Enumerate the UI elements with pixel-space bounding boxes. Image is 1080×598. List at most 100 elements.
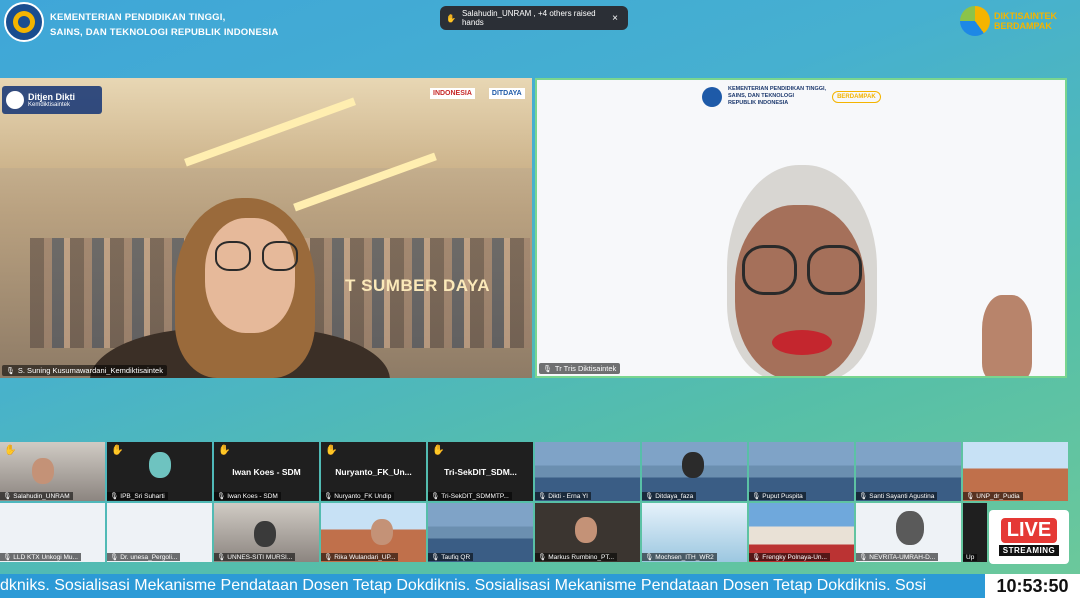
glasses-lens-left <box>215 241 251 271</box>
participant-name: Rika Wulandari_UP... <box>334 553 396 561</box>
gallery-tile[interactable]: ✋ 🎙 Salahudin_UNRAM <box>0 442 105 501</box>
gallery-tile[interactable]: 🎙 Markus Rumbino_PT... <box>535 503 640 562</box>
gallery-tile-label: Up <box>963 554 978 561</box>
gallery-tile-label: 🎙 NEVRITA-UMRAH-D... <box>856 553 939 561</box>
mic-icon: 🎙 <box>324 554 333 561</box>
gallery-tile[interactable]: 🎙 UNP_dr_Pudia <box>963 442 1068 501</box>
gallery-tile-label: 🎙 Frengky Polnaya-Un... <box>749 553 830 561</box>
participant-name: Dikti - Erna Yl <box>548 492 588 500</box>
vb-line-2: SAINS, DAN TEKNOLOGI <box>728 93 795 99</box>
mic-icon: 🎙 <box>217 554 226 561</box>
news-ticker: dkniks. Sosialisasi Mekanisme Pendataan … <box>0 574 985 598</box>
ditdaya-logo: DITDAYA <box>488 88 525 99</box>
mic-icon: 🎙 <box>431 493 440 500</box>
mic-icon: 🎙 <box>645 554 654 561</box>
gallery-tile-label: 🎙 Iwan Koes - SDM <box>214 492 281 500</box>
video-tile-speaker-right[interactable]: KEMENTERIAN PENDIDIKAN TINGGI, SAINS, DA… <box>535 78 1067 378</box>
gallery-tile[interactable]: 🎙 Ditdaya_faza <box>642 442 747 501</box>
gallery-tile[interactable]: 🎙 UNNES-SITI MURSI... <box>214 503 319 562</box>
participant-name: Ditdaya_faza <box>655 492 694 500</box>
gallery-tile[interactable]: 🎙 Mochsen_ITH_WR2 <box>642 503 747 562</box>
gallery-tile[interactable]: 🎙 Dikti - Erna Yl <box>535 442 640 501</box>
gallery-tile-label: 🎙 Mochsen_ITH_WR2 <box>642 553 717 561</box>
mic-icon: 🎙 <box>217 493 226 500</box>
participant-name: Markus Rumbino_PT... <box>548 553 615 561</box>
glasses-lens-right <box>807 245 862 295</box>
participant-face <box>254 521 276 547</box>
live-streaming-badge: LIVE STREAMING <box>989 510 1069 564</box>
ministry-line-1: KEMENTERIAN PENDIDIKAN TINGGI, <box>50 12 226 23</box>
participant-name: Tri-SekDIT_SDMMTP... <box>441 492 509 500</box>
participant-name: Up <box>966 554 975 561</box>
ditjen-dikti-badge: Ditjen Dikti Kemdiktisaintek <box>2 86 102 114</box>
participant-name: Nuryanto_FK Undip <box>334 492 392 500</box>
ditjen-logo-icon <box>6 91 24 109</box>
participant-name: Dr. unesa_Pergoli... <box>120 553 178 561</box>
glasses-lens-left <box>742 245 797 295</box>
diktisaintek-brand-logo: DIKTISAINTEK BERDAMPAK <box>960 4 1075 38</box>
mic-icon: 🎙 <box>110 493 119 500</box>
participant-title: Tri-SekDIT_SDM... <box>444 467 517 477</box>
ticker-text: dkniks. Sosialisasi Mekanisme Pendataan … <box>0 577 927 594</box>
vb-line-3: REPUBLIK INDONESIA <box>728 100 789 106</box>
raised-hand-icon: ✋ <box>4 445 17 456</box>
raised-hands-text: Salahudin_UNRAM , +4 others raised hands <box>461 9 596 27</box>
gallery-tile[interactable]: 🎙 Frengky Polnaya-Un... <box>749 503 854 562</box>
gallery-tile[interactable]: 🎙 NEVRITA-UMRAH-D... <box>856 503 961 562</box>
gallery-tile[interactable]: 🎙 Dr. unesa_Pergoli... <box>107 503 212 562</box>
video-tile-speaker-left[interactable]: T SUMBER DAYA Ditjen Dikti Kemdiktisaint… <box>0 78 532 378</box>
ditjen-badge-sub: Kemdiktisaintek <box>28 102 71 108</box>
mic-icon: 🎙 <box>752 493 761 500</box>
gallery-tile[interactable]: 🎙 LLD KTX Unkogi Mu... <box>0 503 105 562</box>
berdampak-badge: BERDAMPAK <box>832 90 881 103</box>
participant-title: Nuryanto_FK_Un... <box>335 467 412 477</box>
gallery-tile-label: 🎙 UNP_dr_Pudia <box>963 492 1023 500</box>
indonesia-logo: INDONESIA <box>430 88 475 99</box>
ditjen-badge-title: Ditjen Dikti <box>28 92 76 102</box>
brand-mark-icon <box>960 6 990 36</box>
participant-name: S. Suning Kusumawardani_Kemdiktisaintek <box>17 366 163 375</box>
gallery-tile[interactable]: 🎙 Santi Sayanti Agustina <box>856 442 961 501</box>
virtual-background-header: KEMENTERIAN PENDIDIKAN TINGGI, SAINS, DA… <box>702 86 881 107</box>
participant-name: UNP_dr_Pudia <box>976 492 1020 500</box>
gallery-tile-label: 🎙 Santi Sayanti Agustina <box>856 492 938 500</box>
ministry-title: KEMENTERIAN PENDIDIKAN TINGGI, SAINS, DA… <box>50 10 278 40</box>
close-icon[interactable]: × <box>612 13 618 24</box>
live-label: LIVE <box>1000 518 1058 543</box>
raised-hand-icon: ✋ <box>446 13 456 23</box>
mic-icon: 🎙 <box>6 367 15 375</box>
participant-face <box>149 452 171 478</box>
gallery-tile-label: 🎙 Dikti - Erna Yl <box>535 492 591 500</box>
gallery-tile[interactable]: 🎙 Rika Wulandari_UP... <box>321 503 426 562</box>
participant-name: Iwan Koes - SDM <box>227 492 278 500</box>
raised-hands-notification[interactable]: ✋ Salahudin_UNRAM , +4 others raised han… <box>440 6 628 30</box>
mic-icon: 🎙 <box>110 554 119 561</box>
mic-icon: 🎙 <box>966 493 975 500</box>
speaker-face <box>205 218 295 333</box>
gallery-tile[interactable]: ✋ Iwan Koes - SDM 🎙 Iwan Koes - SDM <box>214 442 319 501</box>
participant-face <box>575 517 597 543</box>
gallery-tile-label: 🎙 UNNES-SITI MURSI... <box>214 553 296 561</box>
brand-line-2: BERDAMPAK <box>994 21 1052 31</box>
gallery-tile-label: 🎙 LLD KTX Unkogi Mu... <box>0 553 81 561</box>
gallery-tile-label: 🎙 Dr. unesa_Pergoli... <box>107 553 181 561</box>
raised-hand-icon: ✋ <box>111 445 124 456</box>
gallery-tile[interactable]: 🎙 Puput Puspita <box>749 442 854 501</box>
participant-name: Salahudin_UNRAM <box>13 492 70 500</box>
gallery-tile-label: 🎙 Rika Wulandari_UP... <box>321 553 399 561</box>
participant-name: IPB_Sri Suharti <box>120 492 165 500</box>
gallery-tile[interactable]: 🎙 Taufiq QR <box>428 503 533 562</box>
gallery-tile[interactable]: ✋ Nuryanto_FK_Un... 🎙 Nuryanto_FK Undip <box>321 442 426 501</box>
mic-icon: 🎙 <box>543 365 552 373</box>
mic-icon: 🎙 <box>3 554 12 561</box>
participant-face <box>682 452 704 478</box>
gallery-tile[interactable]: ✋ Tri-SekDIT_SDM... 🎙 Tri-SekDIT_SDMMTP..… <box>428 442 533 501</box>
gallery-tile[interactable]: ✋ 🎙 IPB_Sri Suharti <box>107 442 212 501</box>
raised-hand-icon: ✋ <box>325 445 338 456</box>
event-logos: INDONESIA DITDAYA <box>430 88 525 99</box>
gallery-tile-label: 🎙 Nuryanto_FK Undip <box>321 492 395 500</box>
gallery-tile-label: 🎙 Tri-SekDIT_SDMMTP... <box>428 492 512 500</box>
speaker-lips <box>772 330 832 355</box>
streaming-label: STREAMING <box>998 545 1060 556</box>
gallery-tile[interactable]: Up <box>963 503 987 562</box>
